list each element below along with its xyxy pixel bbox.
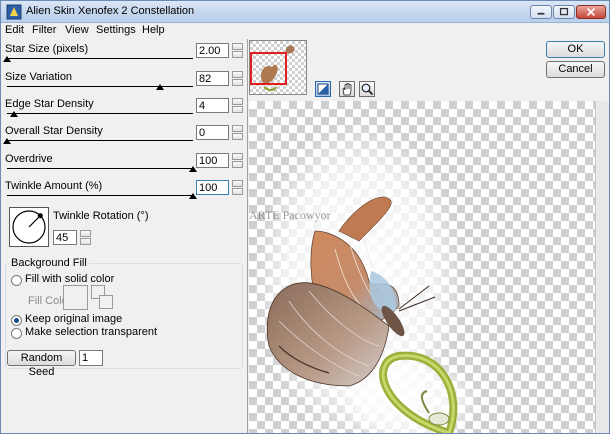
edge-density-spinner[interactable] — [232, 98, 243, 113]
fill-solid-label: Fill with solid color — [25, 273, 115, 285]
star-size-slider-thumb[interactable] — [3, 56, 11, 62]
size-variation-slider-track[interactable] — [7, 86, 193, 87]
size-variation-slider-thumb[interactable] — [155, 84, 164, 90]
minimize-button[interactable] — [530, 5, 552, 19]
spin-up-icon[interactable] — [232, 98, 243, 105]
hand-icon — [342, 83, 352, 96]
cancel-button[interactable]: Cancel — [546, 61, 605, 78]
size-variation-spinner[interactable] — [232, 71, 243, 86]
close-button[interactable] — [576, 5, 606, 19]
star-size-spinner[interactable] — [232, 43, 243, 58]
preview-canvas[interactable]: ARTE Pacowyor — [249, 101, 595, 433]
hand-tool[interactable] — [339, 81, 355, 97]
overdrive-input[interactable]: 100 — [196, 153, 229, 168]
maximize-icon — [559, 7, 569, 16]
spin-up-icon[interactable] — [232, 71, 243, 78]
spin-down-icon[interactable] — [80, 238, 91, 245]
zoom-icon — [361, 83, 374, 96]
menu-view[interactable]: View — [65, 24, 89, 36]
spin-down-icon[interactable] — [232, 79, 243, 86]
preview-scrollbar[interactable] — [595, 101, 609, 433]
star-size-label: Star Size (pixels) — [5, 43, 89, 55]
app-icon — [6, 4, 22, 20]
plugin-window: Alien Skin Xenofex 2 Constellation Edit … — [0, 0, 610, 434]
spin-up-icon[interactable] — [232, 180, 243, 187]
preview-compare-icon — [317, 83, 329, 95]
overall-density-label: Overall Star Density — [5, 125, 103, 137]
star-size-input[interactable]: 2.00 — [196, 43, 229, 58]
edge-density-slider-track[interactable] — [7, 113, 193, 114]
menu-filter[interactable]: Filter — [32, 24, 56, 36]
spin-down-icon[interactable] — [232, 51, 243, 58]
rotation-dial[interactable] — [9, 207, 49, 247]
overdrive-label: Overdrive — [5, 153, 53, 165]
maximize-button[interactable] — [553, 5, 575, 19]
background-fill-legend: Background Fill — [9, 257, 89, 269]
twinkle-amount-spinner[interactable] — [232, 180, 243, 195]
overall-density-slider-track[interactable] — [7, 140, 193, 141]
keep-original-radio[interactable] — [11, 315, 22, 326]
overall-density-spinner[interactable] — [232, 125, 243, 140]
menu-bar: Edit Filter View Settings Help — [1, 23, 609, 39]
menu-edit[interactable]: Edit — [5, 24, 24, 36]
zoom-tool[interactable] — [359, 81, 375, 97]
spin-up-icon[interactable] — [232, 43, 243, 50]
window-title: Alien Skin Xenofex 2 Constellation — [26, 5, 195, 17]
radio-selected-dot — [14, 318, 19, 323]
fill-solid-radio[interactable] — [11, 275, 22, 286]
spin-up-icon[interactable] — [232, 125, 243, 132]
overall-density-input[interactable]: 0 — [196, 125, 229, 140]
spin-down-icon[interactable] — [232, 188, 243, 195]
spin-down-icon[interactable] — [232, 106, 243, 113]
spin-up-icon[interactable] — [232, 153, 243, 160]
watermark-text: ARTE Pacowyor — [249, 208, 331, 222]
twinkle-amount-label: Twinkle Amount (%) — [5, 180, 103, 192]
twinkle-rotation-label: Twinkle Rotation (°) — [53, 210, 149, 222]
size-variation-input[interactable]: 82 — [196, 71, 229, 86]
fill-color-tertiary-swatch[interactable] — [99, 295, 113, 309]
twinkle-amount-input[interactable]: 100 — [196, 180, 229, 195]
make-transparent-radio[interactable] — [11, 328, 22, 339]
ok-button[interactable]: OK — [546, 41, 605, 58]
menu-help[interactable]: Help — [142, 24, 165, 36]
random-seed-button[interactable]: Random Seed — [7, 350, 76, 378]
edge-density-input[interactable]: 4 — [196, 98, 229, 113]
parameters-panel: Star Size (pixels) 2.00 Size Variation 8… — [1, 39, 248, 433]
make-transparent-label: Make selection transparent — [25, 326, 158, 338]
menu-settings[interactable]: Settings — [96, 24, 136, 36]
twinkle-amount-slider-track[interactable] — [7, 195, 193, 196]
overdrive-spinner[interactable] — [232, 153, 243, 168]
minimize-icon — [537, 12, 545, 15]
spin-up-icon[interactable] — [80, 230, 91, 237]
spin-down-icon[interactable] — [232, 133, 243, 140]
butterfly-preview-image: ARTE Pacowyor — [249, 121, 479, 433]
close-icon — [586, 7, 596, 17]
overdrive-slider-track[interactable] — [7, 168, 193, 169]
title-bar: Alien Skin Xenofex 2 Constellation — [1, 1, 609, 23]
size-variation-label: Size Variation — [5, 71, 73, 83]
edge-density-slider-thumb[interactable] — [10, 111, 19, 117]
rotation-dial-icon — [12, 210, 46, 244]
star-size-slider-track[interactable] — [7, 58, 193, 59]
twinkle-rotation-spinner[interactable] — [80, 230, 91, 245]
keep-original-label: Keep original image — [25, 313, 123, 325]
overall-density-slider-thumb[interactable] — [3, 138, 11, 144]
twinkle-rotation-input[interactable]: 45 — [53, 230, 77, 245]
spin-down-icon[interactable] — [232, 161, 243, 168]
edge-density-label: Edge Star Density — [5, 98, 94, 110]
fill-color-swatch[interactable] — [63, 285, 88, 310]
compare-tool[interactable] — [315, 81, 331, 97]
random-seed-input[interactable]: 1 — [79, 350, 103, 366]
navigator-selection-box[interactable] — [250, 52, 287, 85]
